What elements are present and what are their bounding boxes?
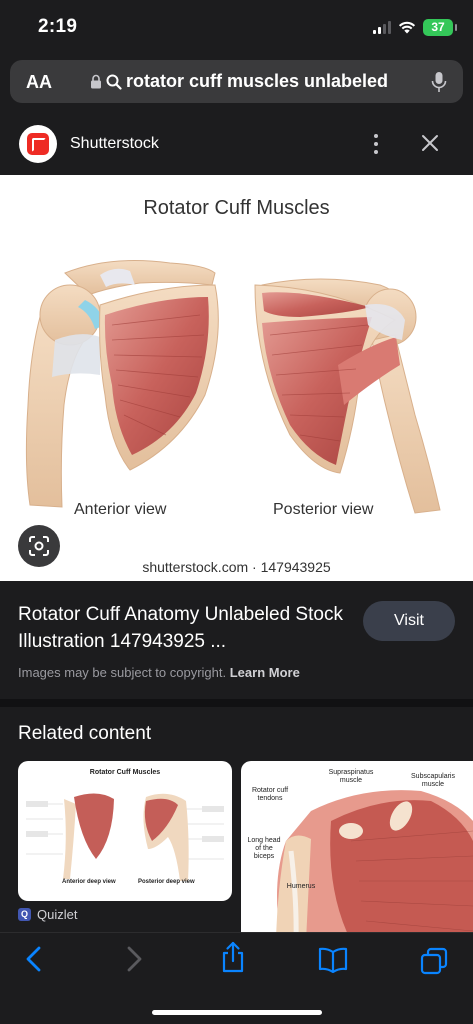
home-indicator[interactable] [152, 1010, 322, 1015]
share-icon[interactable] [220, 941, 246, 973]
quizlet-icon: Q [18, 908, 31, 921]
battery-icon: 37 [423, 19, 457, 36]
related-content: Related content Rotator Cuff Muscles Ant… [0, 707, 473, 932]
more-vertical-icon[interactable] [368, 131, 384, 157]
related-source-name: Quizlet [37, 907, 78, 922]
status-bar: 2:19 37 [0, 0, 473, 56]
text-size-button[interactable]: AA [26, 72, 52, 93]
subscapularis-label: Subscapularis muscle [411, 773, 455, 788]
source-name[interactable]: Shutterstock [70, 135, 159, 153]
lock-icon [91, 74, 101, 89]
rotator-tendons-label: Rotator cuff tendons [251, 787, 289, 802]
forward-icon[interactable] [124, 945, 144, 973]
related-card-left-label: Anterior deep view [62, 879, 116, 885]
close-icon[interactable] [420, 133, 440, 153]
related-source[interactable]: Q Quizlet [18, 907, 77, 922]
signal-icon [373, 21, 391, 34]
humerus-label: Humerus [286, 883, 316, 890]
image-details: Rotator Cuff Anatomy Unlabeled Stock Ill… [0, 581, 473, 699]
status-time: 2:19 [38, 16, 78, 37]
anterior-shoulder-illustration [25, 260, 441, 514]
image-title: Rotator Cuff Muscles [143, 197, 330, 219]
visit-button[interactable]: Visit [363, 601, 455, 641]
image-source-header: Shutterstock [0, 113, 473, 175]
url-text: rotator cuff muscles unlabeled [126, 71, 389, 91]
section-divider [0, 699, 473, 707]
related-heading: Related content [18, 723, 152, 744]
wifi-icon [398, 21, 416, 34]
copyright-text: Images may be subject to copyright. [18, 665, 227, 680]
related-card-2[interactable]: Supraspinatus muscle Subscapularis muscl… [241, 761, 473, 932]
image-credit: shutterstock.com · 147943925 [142, 559, 331, 575]
tabs-icon[interactable] [420, 947, 448, 975]
anterior-view-label: Anterior view [74, 501, 167, 518]
related-card-illustration [26, 793, 224, 881]
back-icon[interactable] [24, 945, 44, 973]
related-card-right-label: Posterior deep view [138, 879, 195, 885]
search-icon [106, 74, 122, 90]
supraspinatus-label: Supraspinatus muscle [328, 769, 374, 784]
shutterstock-logo [19, 125, 57, 163]
result-image[interactable]: Rotator Cuff Muscles Anterior view Poste… [0, 175, 473, 581]
lens-button[interactable] [18, 525, 60, 567]
result-title[interactable]: Rotator Cuff Anatomy Unlabeled Stock Ill… [18, 601, 348, 655]
status-icons: 37 [373, 19, 457, 36]
bookmarks-icon[interactable] [318, 947, 348, 973]
learn-more-link[interactable]: Learn More [230, 665, 300, 680]
related-card-quizlet[interactable]: Rotator Cuff Muscles Anterior deep view … [18, 761, 232, 901]
copyright-notice: Images may be subject to copyright. Lear… [18, 665, 300, 680]
lens-icon [29, 536, 49, 556]
related-card-title: Rotator Cuff Muscles [89, 769, 161, 776]
microphone-icon[interactable] [431, 71, 447, 93]
posterior-view-label: Posterior view [273, 501, 374, 518]
long-head-label: Long head of the biceps [247, 837, 281, 860]
url-field[interactable]: rotator cuff muscles unlabeled [90, 71, 388, 92]
address-bar[interactable]: AA rotator cuff muscles unlabeled [10, 60, 463, 103]
